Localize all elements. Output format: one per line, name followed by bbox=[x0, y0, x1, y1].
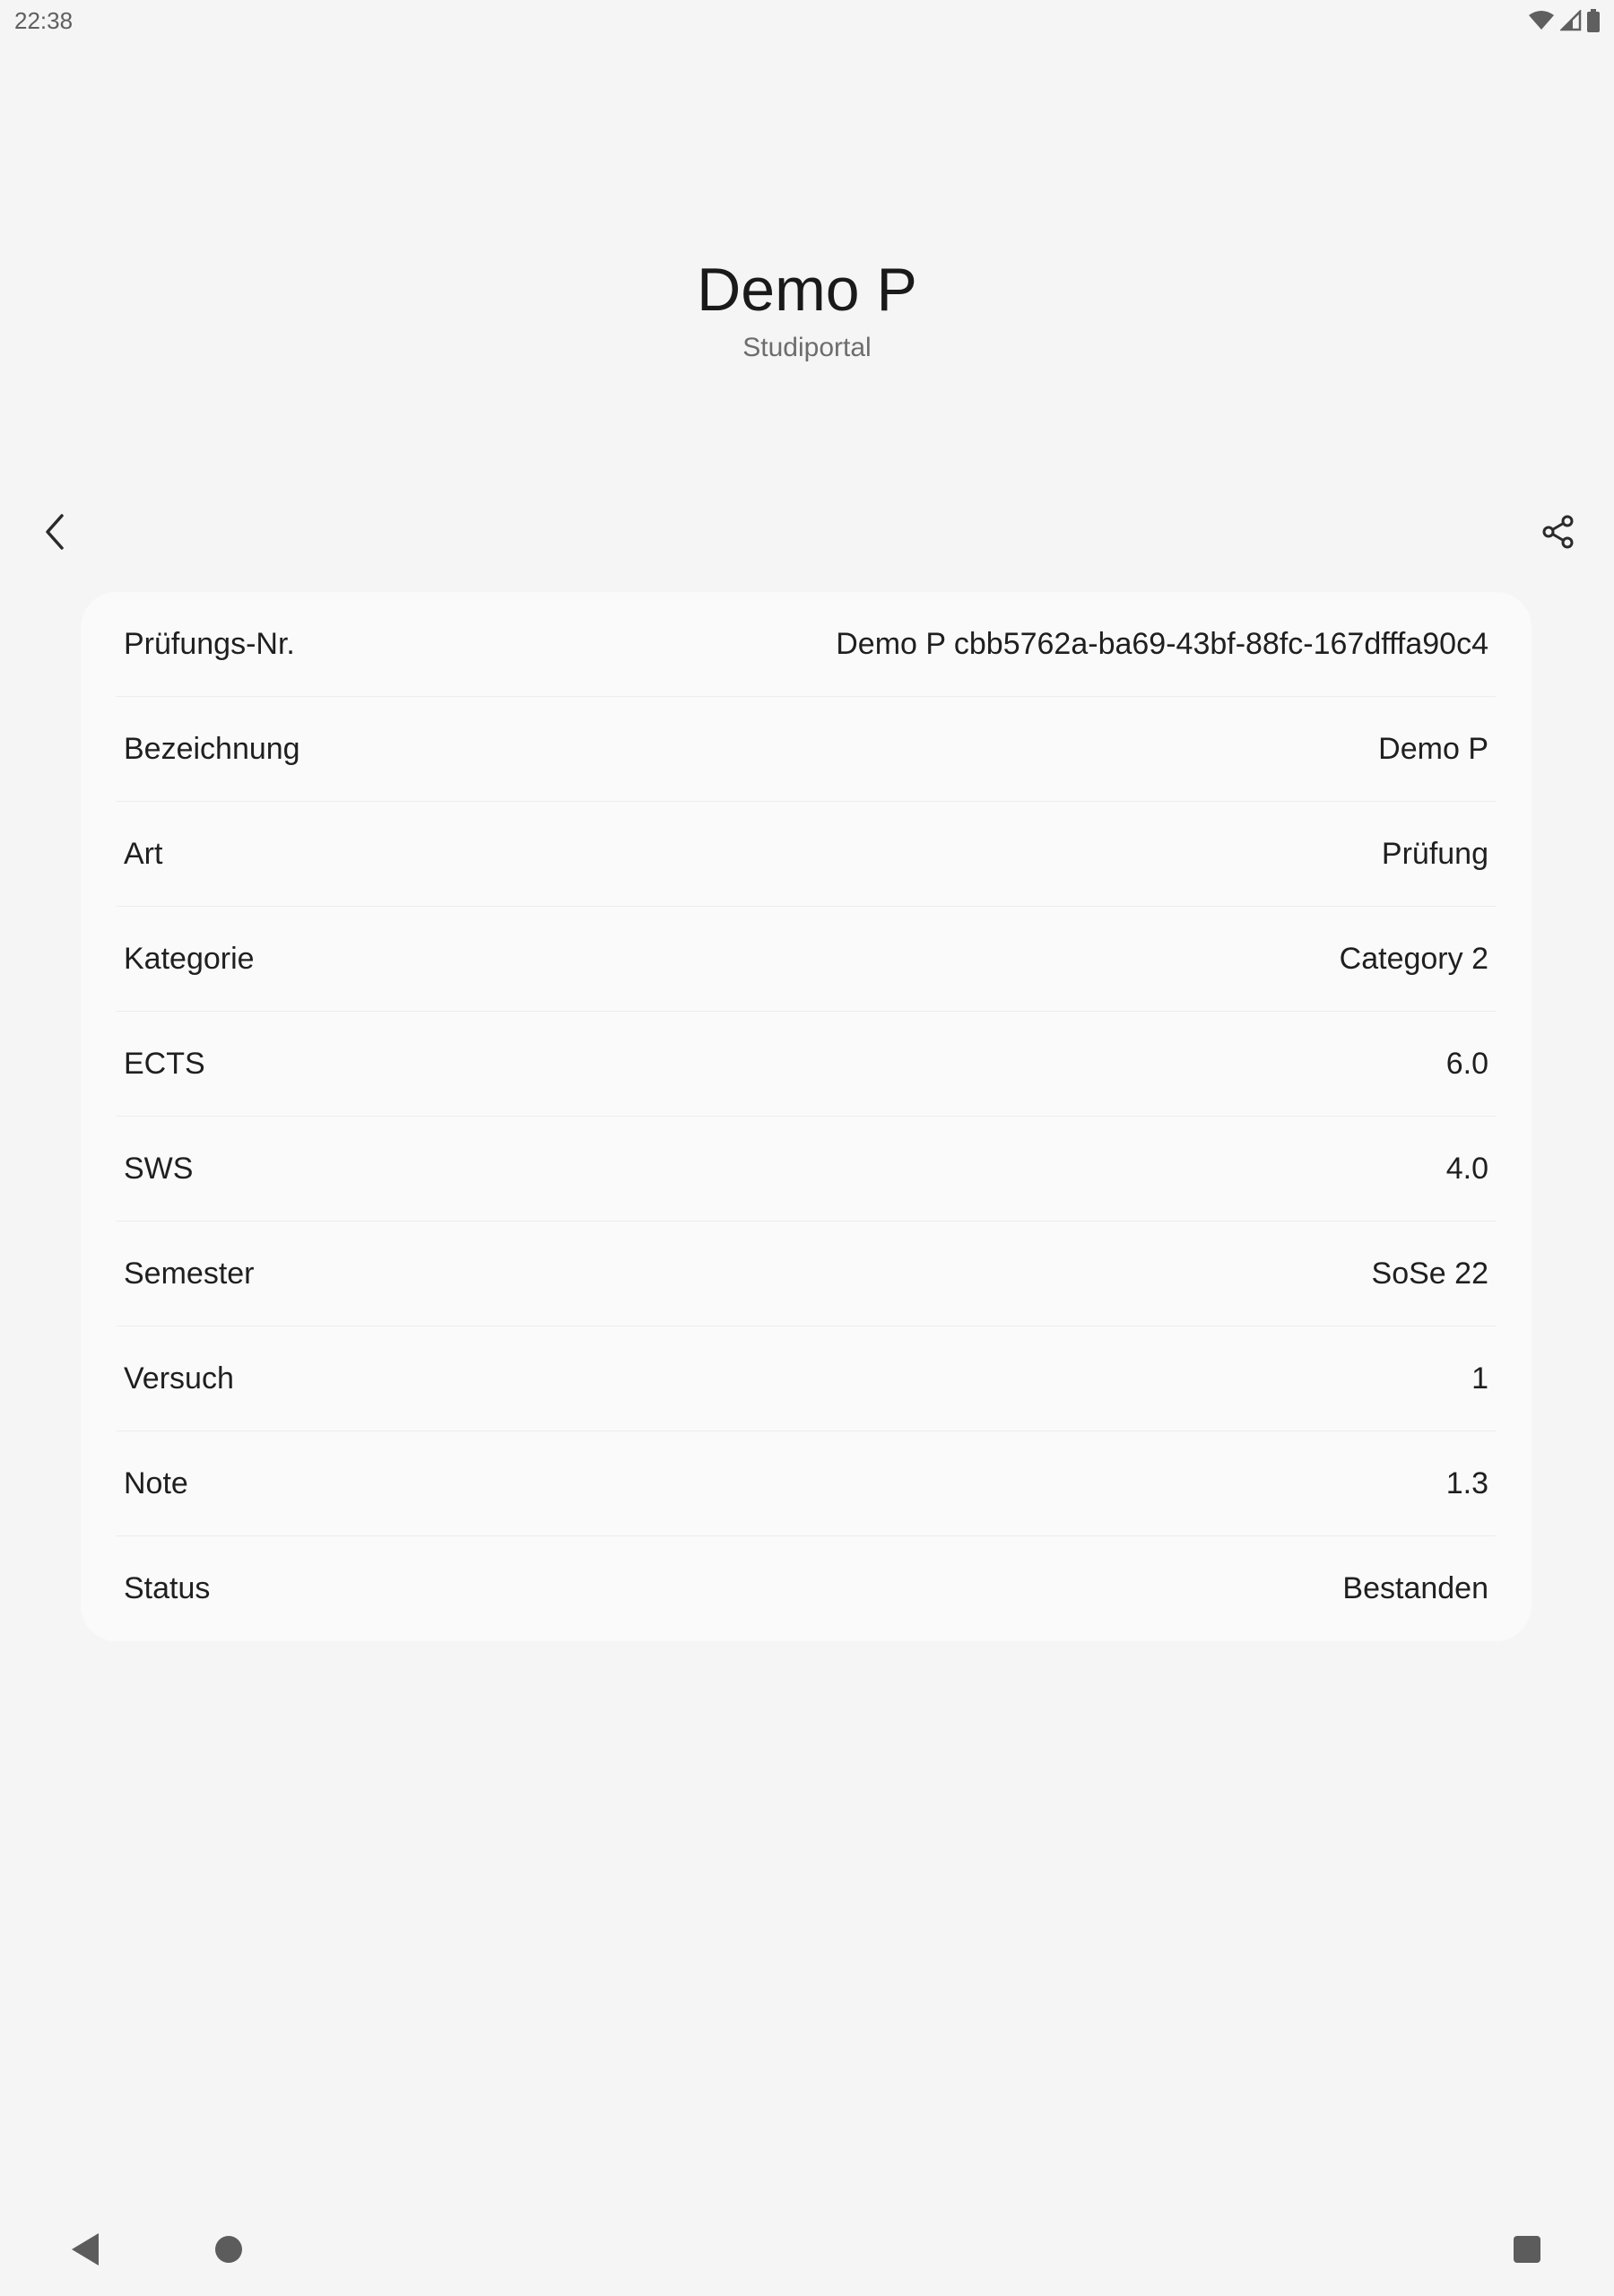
nav-recents-icon[interactable] bbox=[1514, 2236, 1540, 2263]
detail-row-ects: ECTS 6.0 bbox=[117, 1012, 1496, 1117]
status-time: 22:38 bbox=[14, 7, 74, 34]
wifi-icon bbox=[1528, 10, 1555, 31]
detail-label: Prüfungs-Nr. bbox=[124, 626, 295, 661]
back-button[interactable] bbox=[24, 502, 87, 565]
share-icon bbox=[1540, 514, 1576, 554]
detail-value: Demo P cbb5762a-ba69-43bf-88fc-167dfffa9… bbox=[836, 626, 1488, 661]
nav-home-icon[interactable] bbox=[215, 2236, 242, 2263]
system-nav-bar bbox=[0, 2206, 1614, 2296]
detail-label: Bezeichnung bbox=[124, 731, 300, 766]
detail-label: Semester bbox=[124, 1256, 255, 1291]
detail-value: 1.3 bbox=[1445, 1465, 1488, 1500]
battery-icon bbox=[1587, 9, 1600, 32]
detail-value: 4.0 bbox=[1445, 1151, 1488, 1186]
nav-back-icon[interactable] bbox=[68, 2230, 104, 2269]
detail-row-grade: Note 1.3 bbox=[117, 1431, 1496, 1536]
cellular-signal-icon bbox=[1560, 10, 1582, 31]
chevron-left-icon bbox=[42, 512, 69, 556]
share-button[interactable] bbox=[1527, 502, 1590, 565]
detail-row-exam-number: Prüfungs-Nr. Demo P cbb5762a-ba69-43bf-8… bbox=[117, 592, 1496, 697]
detail-value: Bestanden bbox=[1342, 1571, 1488, 1605]
detail-value: Prüfung bbox=[1381, 836, 1488, 871]
detail-row-semester: Semester SoSe 22 bbox=[117, 1222, 1496, 1326]
detail-row-status: Status Bestanden bbox=[117, 1536, 1496, 1641]
detail-label: Art bbox=[124, 836, 163, 871]
detail-label: ECTS bbox=[124, 1046, 205, 1081]
detail-row-type: Art Prüfung bbox=[117, 802, 1496, 907]
exam-details-card: Prüfungs-Nr. Demo P cbb5762a-ba69-43bf-8… bbox=[81, 592, 1532, 1641]
detail-row-attempt: Versuch 1 bbox=[117, 1326, 1496, 1431]
detail-label: SWS bbox=[124, 1151, 194, 1186]
detail-value: SoSe 22 bbox=[1371, 1256, 1488, 1291]
detail-label: Note bbox=[124, 1465, 188, 1500]
detail-value: Category 2 bbox=[1339, 941, 1488, 976]
detail-row-name: Bezeichnung Demo P bbox=[117, 697, 1496, 802]
detail-value: 1 bbox=[1471, 1361, 1488, 1396]
detail-value: Demo P bbox=[1378, 731, 1488, 766]
status-icons bbox=[1528, 9, 1600, 32]
detail-row-category: Kategorie Category 2 bbox=[117, 907, 1496, 1012]
status-bar: 22:38 bbox=[0, 0, 1614, 45]
detail-label: Status bbox=[124, 1571, 211, 1605]
page-title: Demo P bbox=[697, 256, 917, 324]
detail-label: Versuch bbox=[124, 1361, 234, 1396]
page-subtitle: Studiportal bbox=[742, 333, 872, 362]
detail-value: 6.0 bbox=[1445, 1046, 1488, 1081]
detail-label: Kategorie bbox=[124, 941, 255, 976]
detail-row-sws: SWS 4.0 bbox=[117, 1117, 1496, 1222]
